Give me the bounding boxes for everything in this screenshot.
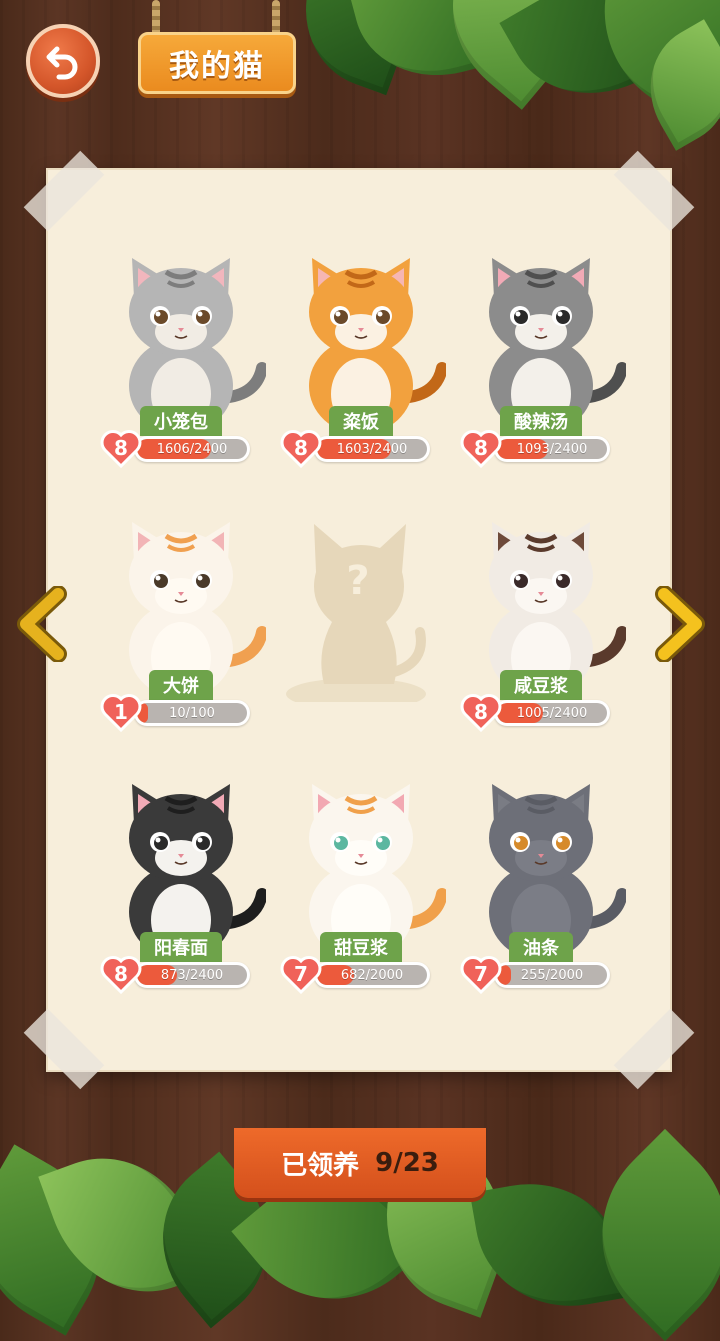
cat-level: 7: [294, 962, 308, 986]
heart-icon: 8: [280, 429, 322, 469]
cat-card[interactable]: 阳春面 8 873/2400: [96, 774, 266, 1010]
affection-meter: 8 1093/2400: [460, 429, 618, 469]
cat-level: 8: [474, 700, 488, 724]
adopted-count: 9/23: [375, 1148, 439, 1178]
affection-meter: 8 1005/2400: [460, 693, 618, 733]
page-title: 我的猫: [138, 32, 296, 94]
cat-level: 8: [114, 962, 128, 986]
progress-bar: 682/2000: [314, 962, 430, 988]
cat-card[interactable]: 酸辣汤 8 1093/2400: [456, 248, 626, 484]
cat-level: 7: [474, 962, 488, 986]
heart-icon: 8: [460, 429, 502, 469]
cat-card[interactable]: 咸豆浆 8 1005/2400: [456, 512, 626, 748]
cat-card[interactable]: 油条 7 255/2000: [456, 774, 626, 1010]
question-mark: ?: [346, 558, 369, 604]
progress-bar: 1093/2400: [494, 436, 610, 462]
cat-level: 8: [474, 436, 488, 460]
chevron-left-icon[interactable]: [14, 586, 70, 662]
progress-text: 1606/2400: [156, 441, 228, 457]
heart-icon: 1: [100, 693, 142, 733]
heart-icon: 7: [460, 955, 502, 995]
progress-text: 1005/2400: [516, 705, 588, 721]
progress-bar: 255/2000: [494, 962, 610, 988]
affection-meter: 8 1603/2400: [280, 429, 438, 469]
cat-card[interactable]: 小笼包 8 1606/2400: [96, 248, 266, 484]
progress-text: 10/100: [169, 705, 215, 721]
chevron-right-icon[interactable]: [652, 586, 708, 662]
heart-icon: 8: [100, 955, 142, 995]
affection-meter: 1 10/100: [100, 693, 258, 733]
progress-text: 255/2000: [520, 967, 584, 983]
back-button[interactable]: [26, 24, 100, 98]
affection-meter: 8 873/2400: [100, 955, 258, 995]
locked-cat-slot[interactable]: ?: [276, 512, 446, 748]
progress-text: 1603/2400: [336, 441, 408, 457]
cat-level: 8: [114, 436, 128, 460]
heart-icon: 8: [100, 429, 142, 469]
progress-bar: 1603/2400: [314, 436, 430, 462]
adopted-counter: 已领养 9/23: [234, 1128, 486, 1198]
progress-text: 682/2000: [340, 967, 404, 983]
cat-card[interactable]: 大饼 1 10/100: [96, 512, 266, 748]
heart-icon: 8: [460, 693, 502, 733]
progress-bar: 873/2400: [134, 962, 250, 988]
locked-cat-silhouette: ?: [286, 524, 426, 702]
adopted-label: 已领养: [281, 1150, 360, 1181]
progress-text: 1093/2400: [516, 441, 588, 457]
affection-meter: 7 255/2000: [460, 955, 618, 995]
heart-icon: 7: [280, 955, 322, 995]
back-arrow-icon: [46, 46, 78, 80]
affection-meter: 8 1606/2400: [100, 429, 258, 469]
progress-bar: 10/100: [134, 700, 250, 726]
cat-collection-panel: 小笼包 8 1606/2400 粢饭 8 1603/2400 酸辣汤 8 1093/2400 大饼…: [23, 150, 695, 1090]
cat-card[interactable]: 甜豆浆 7 682/2000: [276, 774, 446, 1010]
cat-level: 1: [114, 700, 128, 724]
cat-card[interactable]: 粢饭 8 1603/2400: [276, 248, 446, 484]
affection-meter: 7 682/2000: [280, 955, 438, 995]
progress-bar: 1005/2400: [494, 700, 610, 726]
progress-bar: 1606/2400: [134, 436, 250, 462]
progress-text: 873/2400: [160, 967, 224, 983]
cat-level: 8: [294, 436, 308, 460]
